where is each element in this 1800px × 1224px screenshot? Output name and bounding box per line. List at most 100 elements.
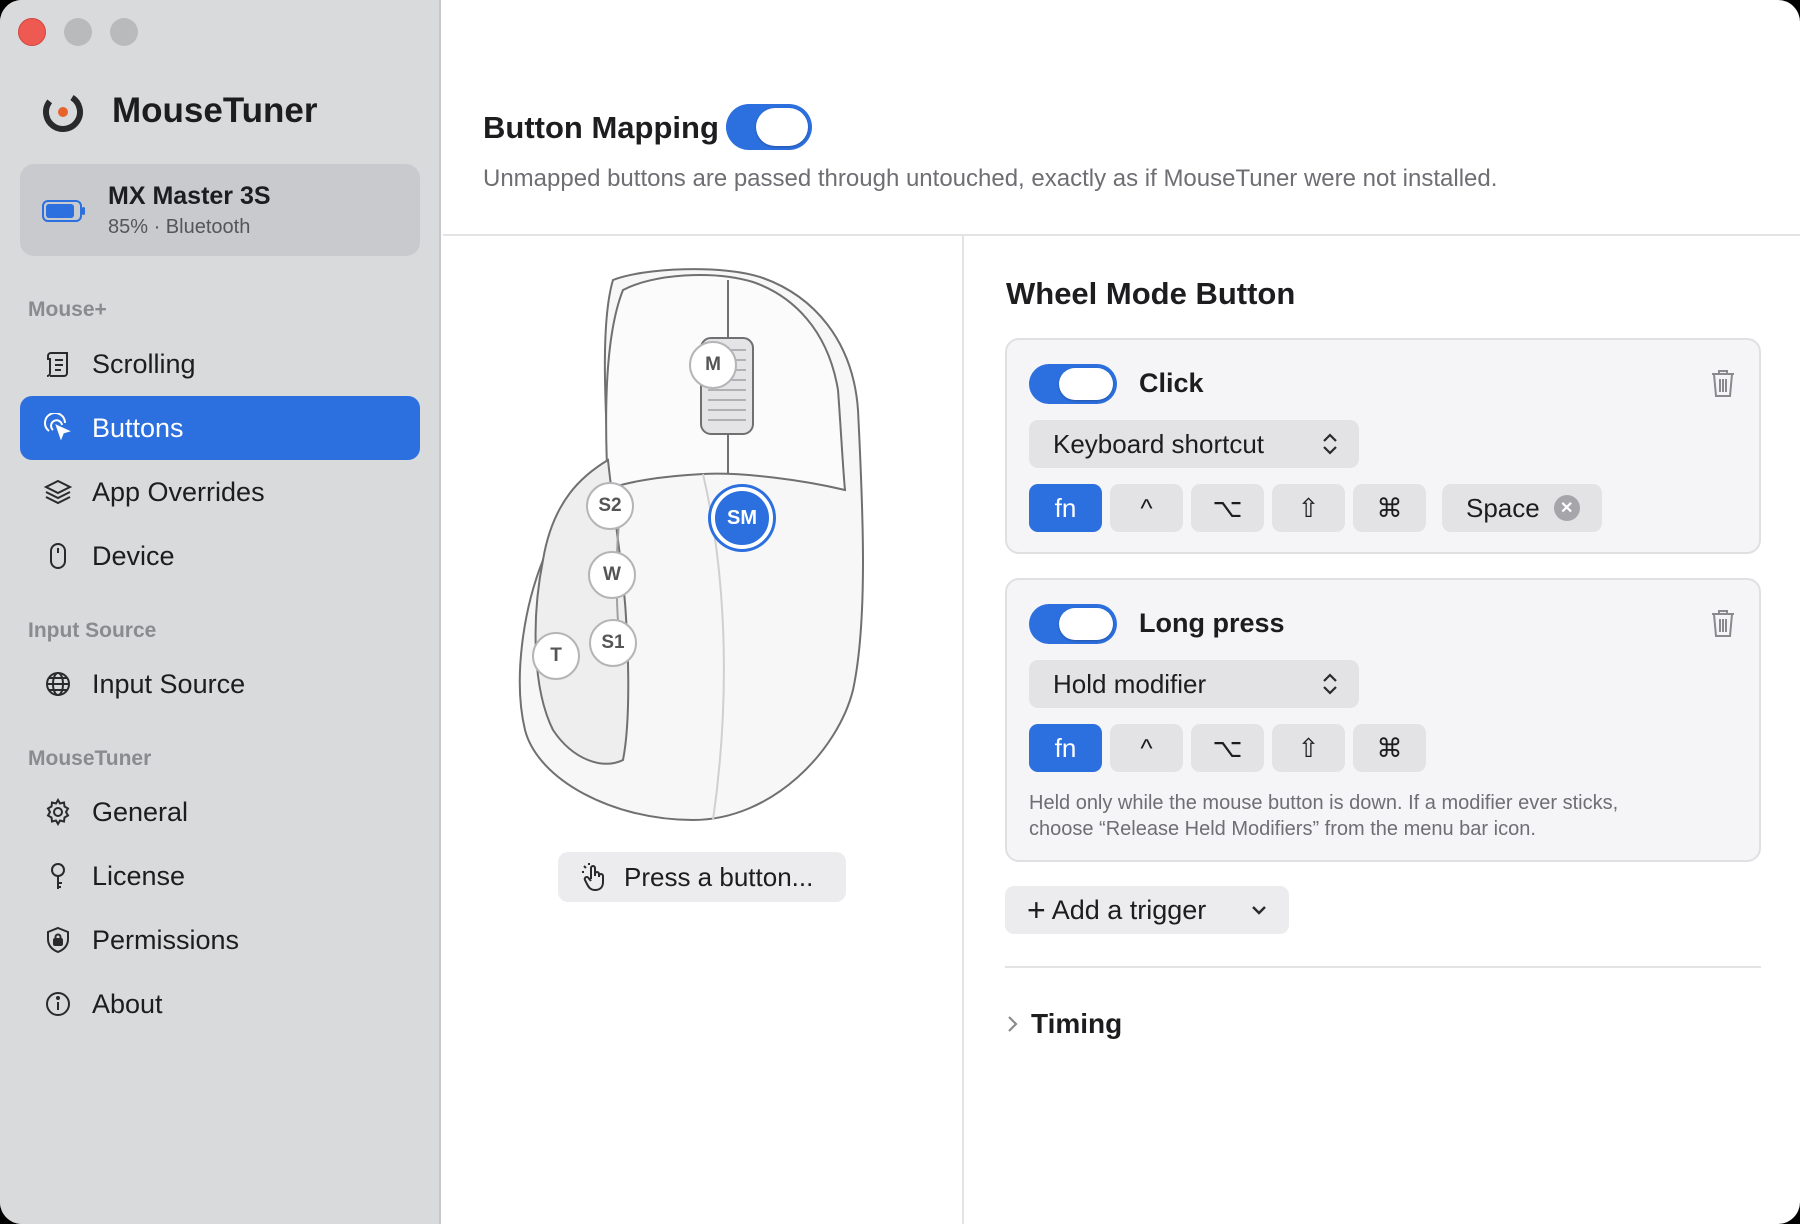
app-name: MouseTuner [112, 91, 318, 130]
section-label-input-source: Input Source [28, 619, 157, 642]
long-press-note: Held only while the mouse button is down… [1029, 790, 1729, 842]
mouse-button-w[interactable]: W [588, 551, 636, 599]
column-divider [962, 236, 964, 1224]
panel-title: Wheel Mode Button [1006, 276, 1296, 311]
sidebar-item-label: Permissions [92, 924, 240, 955]
hand-pointer-icon [582, 863, 604, 892]
section-label-mousetuner: MouseTuner [28, 747, 152, 770]
app-logo-icon [43, 91, 83, 132]
press-a-button-label: Press a button... [624, 861, 814, 892]
device-status: 85% · Bluetooth [108, 216, 251, 238]
sidebar-item-scrolling[interactable]: Scrolling [20, 332, 420, 396]
sidebar-item-label: Scrolling [92, 348, 196, 379]
modifier-fn[interactable]: fn [1029, 724, 1102, 772]
button-mapping-toggle[interactable] [726, 104, 812, 150]
modifier-keys: fn ^ ⌥ ⇧ ⌘ [1029, 724, 1426, 772]
battery-icon [42, 200, 85, 222]
sidebar-item-label: App Overrides [92, 476, 265, 507]
info-icon [42, 988, 74, 1020]
modifier-option[interactable]: ⌥ [1191, 484, 1264, 532]
action-select-value: Keyboard shortcut [1053, 428, 1265, 459]
modifier-command[interactable]: ⌘ [1353, 484, 1426, 532]
sidebar-item-license[interactable]: License [20, 844, 420, 908]
up-down-chevron-icon [1323, 673, 1337, 695]
page-title: Button Mapping [483, 110, 719, 145]
action-select[interactable]: Hold modifier [1029, 660, 1359, 708]
press-a-button[interactable]: Press a button... [558, 852, 846, 902]
sidebar-item-general[interactable]: General [20, 780, 420, 844]
modifier-control[interactable]: ^ [1110, 484, 1183, 532]
scroll-icon [42, 348, 74, 380]
close-window-button[interactable] [18, 18, 46, 46]
toggle-knob [1059, 368, 1113, 400]
chevron-right-icon [1008, 1016, 1018, 1032]
sidebar-item-label: Buttons [92, 412, 184, 443]
action-select-value: Hold modifier [1053, 668, 1207, 699]
note-line: choose “Release Held Modifiers” from the… [1029, 818, 1536, 840]
modifier-command[interactable]: ⌘ [1353, 724, 1426, 772]
up-down-chevron-icon [1323, 433, 1337, 455]
section-divider [1005, 966, 1761, 968]
mouse-button-s2[interactable]: S2 [586, 482, 634, 530]
trash-icon[interactable] [1709, 368, 1737, 398]
click-trigger-toggle[interactable] [1029, 364, 1117, 404]
sidebar-item-label: About [92, 988, 163, 1019]
zoom-window-button[interactable] [110, 18, 138, 46]
key-icon [42, 860, 74, 892]
modifier-shift[interactable]: ⇧ [1272, 484, 1345, 532]
mouse-button-m[interactable]: M [689, 341, 737, 389]
header-divider [443, 234, 1800, 236]
modifier-control[interactable]: ^ [1110, 724, 1183, 772]
app-window: MouseTuner MX Master 3S 85% · Bluetooth … [0, 0, 1800, 1224]
plus-icon: + [1027, 892, 1046, 928]
pointer-click-icon [42, 412, 74, 444]
sidebar-item-device[interactable]: Device [20, 524, 420, 588]
timing-label: Timing [1031, 1008, 1123, 1039]
sidebar: MouseTuner MX Master 3S 85% · Bluetooth … [0, 0, 441, 1224]
modifier-option[interactable]: ⌥ [1191, 724, 1264, 772]
modifier-fn[interactable]: fn [1029, 484, 1102, 532]
shortcut-key-label: Space [1466, 492, 1540, 523]
globe-icon [42, 668, 74, 700]
device-card[interactable]: MX Master 3S 85% · Bluetooth [20, 164, 420, 256]
shield-lock-icon [42, 924, 74, 956]
sidebar-item-label: Device [92, 540, 175, 571]
action-select[interactable]: Keyboard shortcut [1029, 420, 1359, 468]
sidebar-item-app-overrides[interactable]: App Overrides [20, 460, 420, 524]
sidebar-item-label: License [92, 860, 186, 891]
minimize-window-button[interactable] [64, 18, 92, 46]
trigger-card-click: Click Keyboard shortcut fn ^ ⌥ ⇧ ⌘ Space… [1005, 338, 1761, 554]
shortcut-key[interactable]: Space ✕ [1442, 484, 1602, 532]
trigger-card-long-press: Long press Hold modifier fn ^ ⌥ ⇧ ⌘ Held… [1005, 578, 1761, 862]
sidebar-item-about[interactable]: About [20, 972, 420, 1036]
timing-disclosure[interactable]: Timing [1005, 1008, 1122, 1040]
mouse-button-sm[interactable]: SM [711, 487, 773, 549]
sidebar-item-permissions[interactable]: Permissions [20, 908, 420, 972]
toggle-knob [1059, 608, 1113, 640]
page-subtitle: Unmapped buttons are passed through unto… [483, 165, 1498, 192]
sidebar-item-label: General [92, 796, 189, 827]
sidebar-item-input-source[interactable]: Input Source [20, 652, 420, 716]
mouse-button-s1[interactable]: S1 [589, 619, 637, 667]
clear-icon[interactable]: ✕ [1553, 495, 1580, 521]
toggle-knob [756, 108, 808, 146]
mouse-button-t[interactable]: T [532, 632, 580, 680]
main-content: Button Mapping Unmapped buttons are pass… [443, 0, 1800, 1224]
note-line: Held only while the mouse button is down… [1029, 792, 1619, 814]
trigger-title: Click [1139, 368, 1204, 398]
chevron-down-icon [1252, 906, 1266, 915]
long-press-trigger-toggle[interactable] [1029, 604, 1117, 644]
section-label-mouse-plus: Mouse+ [28, 298, 107, 321]
device-name: MX Master 3S [108, 182, 271, 210]
trigger-title: Long press [1139, 608, 1285, 638]
trash-icon[interactable] [1709, 608, 1737, 638]
sidebar-item-label: Input Source [92, 668, 246, 699]
gear-icon [42, 796, 74, 828]
mouse-icon [42, 540, 74, 572]
add-trigger-button[interactable]: + Add a trigger [1005, 886, 1289, 934]
sidebar-item-buttons[interactable]: Buttons [20, 396, 420, 460]
modifier-shift[interactable]: ⇧ [1272, 724, 1345, 772]
modifier-keys: fn ^ ⌥ ⇧ ⌘ Space ✕ [1029, 484, 1602, 532]
add-trigger-label: Add a trigger [1051, 894, 1207, 925]
layers-icon [42, 476, 74, 508]
